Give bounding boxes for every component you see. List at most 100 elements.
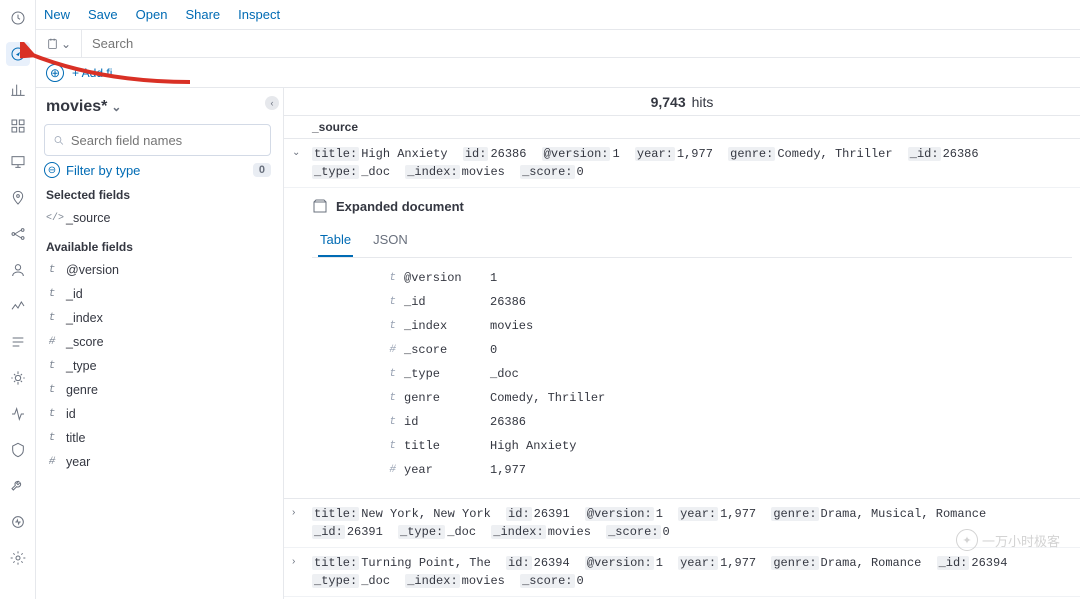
column-header-source[interactable]: _source: [284, 116, 1080, 139]
collapse-doc-icon[interactable]: ⌄: [292, 145, 306, 158]
monitoring-icon[interactable]: [6, 510, 30, 534]
filter-options-icon[interactable]: ⊕: [46, 64, 64, 82]
doc-field-row[interactable]: tgenreComedy, Thriller: [382, 386, 1072, 410]
doc-field-row[interactable]: t@version1: [382, 266, 1072, 290]
field-type-icon: t: [46, 312, 58, 324]
add-filter-button[interactable]: + Add fi...: [72, 66, 122, 80]
field-item[interactable]: </> _source: [44, 206, 271, 230]
doc-field-row[interactable]: ttitleHigh Anxiety: [382, 434, 1072, 458]
tab-table[interactable]: Table: [318, 224, 353, 257]
ml-icon[interactable]: [6, 222, 30, 246]
expanded-document-title: Expanded document: [336, 199, 464, 214]
doc-field-row[interactable]: t_indexmovies: [382, 314, 1072, 338]
uptime-icon[interactable]: [6, 402, 30, 426]
available-fields-header: Available fields: [46, 240, 271, 254]
field-type-icon: t: [46, 432, 58, 444]
field-name: @version: [66, 263, 119, 277]
tab-json[interactable]: JSON: [371, 224, 410, 257]
metrics-icon[interactable]: [6, 294, 30, 318]
doc-field-row[interactable]: t_id26386: [382, 290, 1072, 314]
field-name: year: [66, 455, 90, 469]
menu-inspect[interactable]: Inspect: [238, 7, 280, 22]
dashboard-icon[interactable]: [6, 114, 30, 138]
results-panel: 9,743 hits _source ⌄ title:High Anxiety …: [284, 88, 1080, 599]
field-type-icon: #: [46, 336, 58, 348]
field-type-icon: t: [46, 360, 58, 372]
hits-number: 9,743: [651, 94, 686, 110]
doc-summary: title:High Anxiety id:26386 @version:1 y…: [312, 145, 1072, 181]
saved-query-button[interactable]: ⌄: [36, 30, 82, 57]
index-pattern-selector[interactable]: movies* ⌄: [46, 98, 271, 116]
field-item[interactable]: # year: [44, 450, 271, 474]
doc-field-row[interactable]: #_score0: [382, 338, 1072, 362]
field-search-input[interactable]: [71, 133, 262, 148]
siem-icon[interactable]: [6, 438, 30, 462]
filter-by-type-label: Filter by type: [66, 163, 140, 178]
menu-share[interactable]: Share: [185, 7, 220, 22]
field-type-icon: </>: [46, 213, 58, 224]
field-name: _index: [66, 311, 103, 325]
field-type-icon: t: [46, 384, 58, 396]
logs-icon[interactable]: [6, 330, 30, 354]
search-input[interactable]: [92, 36, 1070, 51]
chevron-down-icon: ⌄: [111, 100, 121, 114]
field-name: genre: [66, 383, 98, 397]
field-item[interactable]: t _type: [44, 354, 271, 378]
doc-view-tabs: Table JSON: [312, 224, 1072, 258]
expanded-document-header: Expanded document: [312, 198, 1072, 214]
visualize-icon[interactable]: [6, 78, 30, 102]
canvas-icon[interactable]: [6, 150, 30, 174]
field-type-icon: #: [46, 456, 58, 468]
filter-by-type-button[interactable]: ⊖ Filter by type: [44, 162, 140, 178]
document-row: › title:New York, New York id:26391 @ver…: [284, 499, 1080, 548]
document-row: ⌄ title:High Anxiety id:26386 @version:1…: [284, 139, 1080, 188]
field-name: id: [66, 407, 76, 421]
menu-new[interactable]: New: [44, 7, 70, 22]
apm-icon[interactable]: [6, 366, 30, 390]
chevron-down-icon: ⌄: [61, 37, 71, 51]
field-name: _type: [66, 359, 97, 373]
doc-field-row[interactable]: tid26386: [382, 410, 1072, 434]
field-search[interactable]: [44, 124, 271, 156]
doc-fields-table: t@version1 t_id26386 t_indexmovies #_sco…: [382, 266, 1072, 482]
users-icon[interactable]: [6, 258, 30, 282]
field-item[interactable]: tgenre: [44, 378, 271, 402]
field-item[interactable]: t _index: [44, 306, 271, 330]
field-type-icon: t: [46, 288, 58, 300]
top-menu: New Save Open Share Inspect: [36, 0, 1080, 30]
expand-doc-icon[interactable]: ›: [292, 505, 306, 518]
document-icon: [312, 198, 328, 214]
search-input-wrapper[interactable]: [82, 30, 1080, 57]
field-item[interactable]: t _id: [44, 282, 271, 306]
filter-row: ⊕ + Add fi...: [36, 58, 1080, 88]
management-icon[interactable]: [6, 546, 30, 570]
index-pattern-name: movies*: [46, 98, 107, 116]
field-name: _id: [66, 287, 83, 301]
recently-viewed-icon[interactable]: [6, 6, 30, 30]
hits-label: hits: [692, 94, 714, 110]
doc-summary: title:New York, New York id:26391 @versi…: [312, 505, 1072, 541]
dev-tools-icon[interactable]: [6, 474, 30, 498]
hits-count: 9,743 hits: [284, 88, 1080, 116]
query-bar: ⌄: [36, 30, 1080, 58]
doc-field-row[interactable]: t_type_doc: [382, 362, 1072, 386]
menu-save[interactable]: Save: [88, 7, 118, 22]
field-type-icon: t: [46, 408, 58, 420]
maps-icon[interactable]: [6, 186, 30, 210]
field-item[interactable]: t@version: [44, 258, 271, 282]
doc-summary: title:Turning Point, The id:26394 @versi…: [312, 554, 1072, 590]
expand-doc-icon[interactable]: ›: [292, 554, 306, 567]
doc-field-row[interactable]: #year1,977: [382, 458, 1072, 482]
document-row: › title:Turning Point, The id:26394 @ver…: [284, 548, 1080, 597]
expanded-document: Expanded document Table JSON t@version1 …: [284, 188, 1080, 499]
filter-by-type-row: ⊖ Filter by type 0: [44, 162, 271, 178]
field-item[interactable]: ttitle: [44, 426, 271, 450]
field-name: title: [66, 431, 85, 445]
discover-icon[interactable]: [6, 42, 30, 66]
field-item[interactable]: #_score: [44, 330, 271, 354]
field-name: _source: [66, 211, 110, 225]
side-nav: [0, 0, 36, 599]
field-item[interactable]: tid: [44, 402, 271, 426]
menu-open[interactable]: Open: [136, 7, 168, 22]
collapse-sidebar-icon[interactable]: ‹: [265, 96, 279, 110]
